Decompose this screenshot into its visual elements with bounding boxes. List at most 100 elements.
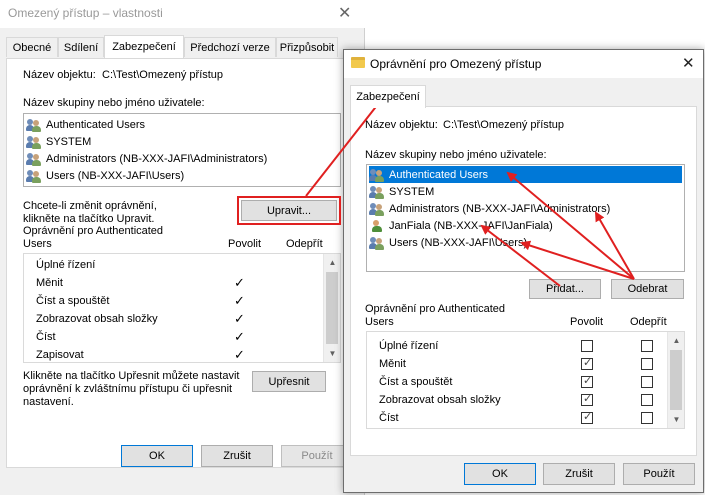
list-item[interactable]: SYSTEM <box>369 183 434 200</box>
group-label: Administrators (NB-XXX-JAFI\Administrato… <box>46 152 268 165</box>
back-tabstrip: Obecné Sdílení Zabezpečení Předchozí ver… <box>6 35 338 59</box>
list-item[interactable]: SYSTEM <box>26 133 91 150</box>
ok-button[interactable]: OK <box>464 463 536 485</box>
scroll-up-icon[interactable]: ▲ <box>324 254 341 271</box>
back-titlebar: Omezený přístup – vlastnosti ✕ <box>0 0 365 28</box>
deny-checkbox[interactable] <box>641 376 653 388</box>
table-row: Číst a spouštět <box>369 373 666 391</box>
table-row: Měnit ✓ <box>26 274 322 292</box>
permissions-scrollbar[interactable]: ▲ ▼ <box>323 254 340 362</box>
perm-for-label-line1: Oprávnění pro Authenticated <box>23 225 164 237</box>
allow-checkbox[interactable] <box>581 340 593 352</box>
ok-button[interactable]: OK <box>121 445 193 467</box>
users-icon <box>26 169 42 183</box>
list-item[interactable]: JanFiala (NB-XXX-JAFI\JanFiala) <box>369 217 553 234</box>
scroll-down-icon[interactable]: ▼ <box>668 411 685 428</box>
tab-prizpusobit[interactable]: Přizpůsobit <box>276 37 338 57</box>
perm-for-label-line1: Oprávnění pro Authenticated <box>365 303 506 315</box>
group-label: Users (NB-XXX-JAFI\Users) <box>389 236 528 249</box>
allow-checkbox[interactable] <box>581 356 593 370</box>
tab-zabezpeceni[interactable]: Zabezpečení <box>350 85 426 108</box>
advanced-hint-line1: Klikněte na tlačítko Upřesnit můžete nas… <box>23 370 240 382</box>
allow-checkbox[interactable] <box>581 374 593 388</box>
tab-zabezpeceni[interactable]: Zabezpečení <box>104 35 184 58</box>
list-item-selected[interactable]: Authenticated Users <box>369 166 682 183</box>
object-name-label: Název objektu: <box>23 69 96 81</box>
group-label: Authenticated Users <box>46 118 146 131</box>
list-item[interactable]: Administrators (NB-XXX-JAFI\Administrato… <box>369 200 610 217</box>
edit-button[interactable]: Upravit... <box>241 200 337 221</box>
list-item[interactable]: Administrators (NB-XXX-JAFI\Administrato… <box>26 150 267 167</box>
advanced-button[interactable]: Upřesnit <box>252 371 326 392</box>
apply-button-label: Použít <box>643 468 675 480</box>
check-icon: ✓ <box>234 275 245 290</box>
scroll-up-icon[interactable]: ▲ <box>668 332 685 349</box>
deny-checkbox[interactable] <box>641 358 653 370</box>
deny-checkbox[interactable] <box>641 412 653 424</box>
scroll-thumb[interactable] <box>326 272 338 344</box>
permission-name: Číst a spouštět <box>36 295 110 307</box>
add-button[interactable]: Přidat... <box>529 279 601 299</box>
check-icon: ✓ <box>234 329 245 344</box>
permission-name: Zapisovat <box>36 349 84 361</box>
table-row: Zobrazovat obsah složky ✓ <box>26 310 322 328</box>
deny-checkbox[interactable] <box>641 340 653 352</box>
ok-button-label: OK <box>149 450 165 462</box>
tab-obecne[interactable]: Obecné <box>6 37 58 57</box>
advanced-hint-line3: nastavení. <box>23 396 74 408</box>
close-icon[interactable]: ✕ <box>682 54 695 72</box>
tab-label: Sdílení <box>63 41 99 54</box>
table-row: Číst ✓ <box>26 328 322 346</box>
edit-button-label: Upravit... <box>266 204 311 217</box>
group-label: JanFiala (NB-XXX-JAFI\JanFiala) <box>389 219 553 232</box>
back-title: Omezený přístup – vlastnosti <box>8 6 163 20</box>
group-label: Users (NB-XXX-JAFI\Users) <box>46 169 185 182</box>
cancel-button[interactable]: Zrušit <box>543 463 615 485</box>
scroll-thumb[interactable] <box>670 350 682 410</box>
list-item[interactable]: Users (NB-XXX-JAFI\Users) <box>26 167 184 184</box>
permission-name: Zobrazovat obsah složky <box>379 394 501 406</box>
permissions-scrollbar[interactable]: ▲ ▼ <box>667 332 684 428</box>
perm-for-label-line2: Users <box>23 238 52 250</box>
list-item[interactable]: Authenticated Users <box>26 116 145 133</box>
list-item[interactable]: Users (NB-XXX-JAFI\Users) <box>369 234 527 251</box>
front-title: Oprávnění pro Omezený přístup <box>370 57 542 71</box>
users-icon <box>369 168 385 182</box>
close-icon[interactable]: ✕ <box>338 3 351 23</box>
users-icon <box>369 236 385 250</box>
permissions-list: Úplné řízení Měnit Číst a spouštět Zobra… <box>366 331 685 429</box>
permission-name: Úplné řízení <box>36 259 96 271</box>
apply-button[interactable]: Použít <box>623 463 695 485</box>
scroll-down-icon[interactable]: ▼ <box>324 345 341 362</box>
object-name-value: C:\Test\Omezený přístup <box>443 119 565 131</box>
allow-checkbox[interactable] <box>581 410 593 424</box>
table-row: Zapisovat ✓ <box>26 346 322 364</box>
table-row: Zobrazovat obsah složky <box>369 391 666 409</box>
deny-checkbox[interactable] <box>641 394 653 406</box>
table-row: Číst <box>369 409 666 427</box>
tab-sdileni[interactable]: Sdílení <box>58 37 104 57</box>
deny-header: Odepřít <box>630 316 667 328</box>
change-hint-line1: Chcete-li změnit oprávnění, <box>23 200 157 212</box>
groups-label: Název skupiny nebo jméno uživatele: <box>23 97 205 109</box>
front-titlebar: Oprávnění pro Omezený přístup ✕ <box>344 50 703 78</box>
table-row: Úplné řízení <box>369 337 666 355</box>
groups-list[interactable]: Authenticated Users SYSTEM Administrator… <box>23 113 341 187</box>
allow-checkbox[interactable] <box>581 392 593 406</box>
deny-header: Odepřít <box>286 238 323 250</box>
object-name-label: Název objektu: <box>365 119 438 131</box>
remove-button[interactable]: Odebrat <box>611 279 684 299</box>
back-tab-panel: Název objektu: C:\Test\Omezený přístup N… <box>6 58 356 468</box>
cancel-button-label: Zrušit <box>565 468 593 480</box>
tab-predchozi-verze[interactable]: Předchozí verze <box>184 37 276 57</box>
check-icon: ✓ <box>234 311 245 326</box>
cancel-button-label: Zrušit <box>223 450 251 462</box>
groups-list[interactable]: Authenticated Users SYSTEM Administrator… <box>366 164 685 272</box>
permission-name: Měnit <box>379 358 406 370</box>
cancel-button[interactable]: Zrušit <box>201 445 273 467</box>
front-window: Oprávnění pro Omezený přístup ✕ Zabezpeč… <box>343 49 704 493</box>
check-icon: ✓ <box>234 347 245 362</box>
groups-label: Název skupiny nebo jméno uživatele: <box>365 149 547 161</box>
permission-name: Zobrazovat obsah složky <box>36 313 158 325</box>
group-label: Authenticated Users <box>389 168 489 181</box>
